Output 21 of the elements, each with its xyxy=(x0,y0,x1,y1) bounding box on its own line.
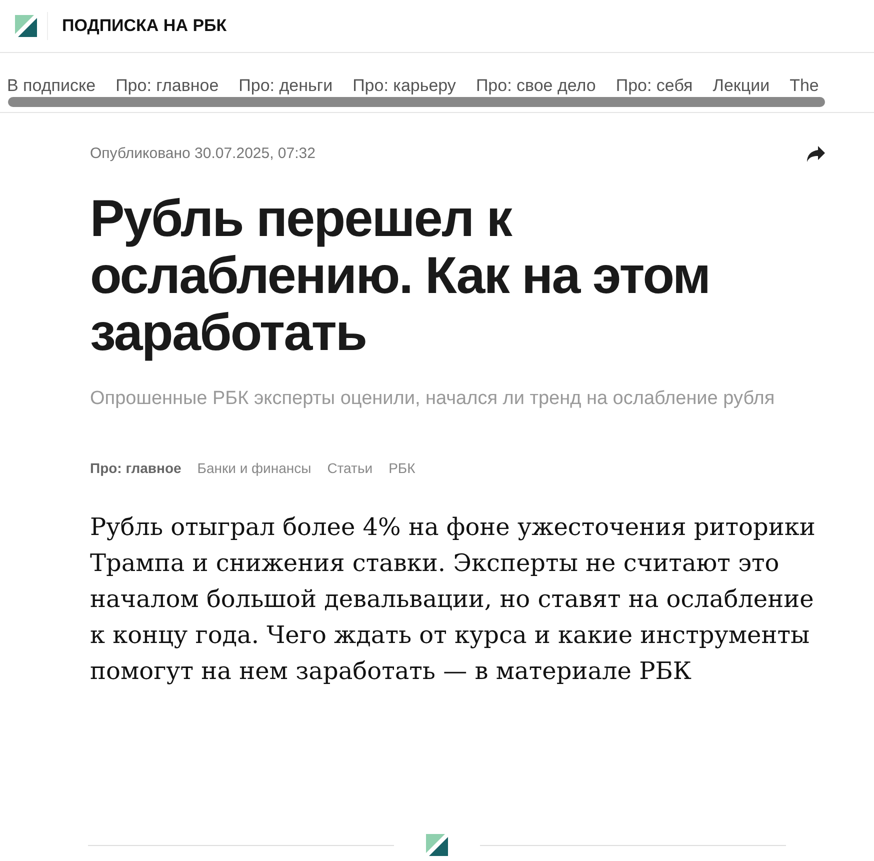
nav-link[interactable]: Про: главное xyxy=(116,73,219,98)
nav-link[interactable]: Лекции xyxy=(712,73,770,98)
article-lead: Рубль отыграл более 4% на фоне ужесточения риторики Трампа и снижения ставки. Эксперты не считают это началом большой девальвации, но ставят на ослабление к концу года. Чего ждать от курса и какие инструменты помогут на нем заработать — в материале РБК xyxy=(90,512,816,686)
tag-link[interactable]: Статьи xyxy=(327,458,373,478)
article-subtitle: Опрошенные РБК эксперты оценили, начался ли тренд на ослабление рубля xyxy=(90,386,776,410)
nav-link[interactable]: Про: свое дело xyxy=(476,73,596,98)
logo-icon xyxy=(426,834,448,856)
header-title[interactable]: ПОДПИСКА НА РБК xyxy=(62,13,227,39)
nav-link[interactable]: В подписке xyxy=(7,73,96,98)
nav-link[interactable]: Про: себя xyxy=(616,73,693,98)
nav-link[interactable]: The xyxy=(790,73,819,98)
rubric-link[interactable]: Про: главное xyxy=(90,458,182,478)
tag-link[interactable]: РБК xyxy=(388,458,416,478)
share-icon[interactable] xyxy=(806,145,826,164)
logo-icon[interactable] xyxy=(15,15,37,37)
tag-link[interactable]: Банки и финансы xyxy=(197,458,312,478)
nav-link[interactable]: Про: деньги xyxy=(238,73,333,98)
publish-date: Опубликовано 30.07.2025, 07:32 xyxy=(90,144,316,164)
article-title: Рубль перешел к ослаблению. Как на этом заработать xyxy=(90,190,711,362)
nav-link[interactable]: Про: карьеру xyxy=(352,73,456,98)
scrollbar[interactable] xyxy=(8,97,825,107)
